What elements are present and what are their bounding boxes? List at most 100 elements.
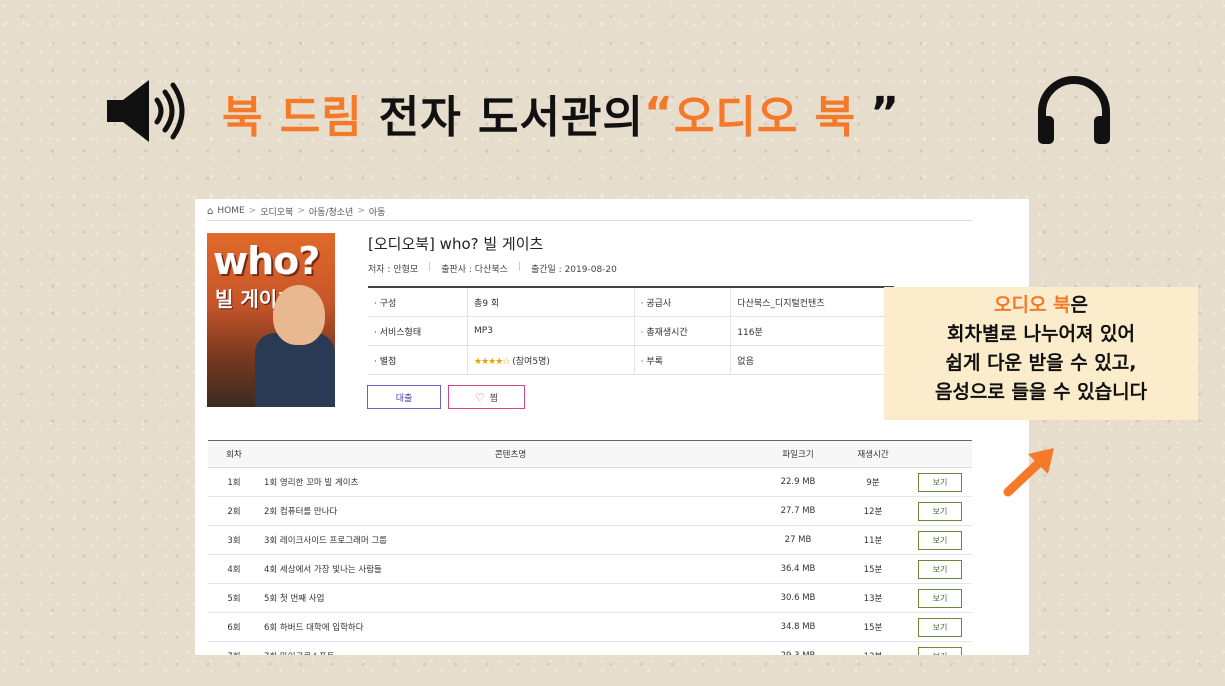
table-row: 4회 4회 세상에서 가장 빛나는 사람들 36.4 MB 15분 보기 xyxy=(208,554,972,584)
episode-name: 2회 컴퓨터를 만나다 xyxy=(260,496,758,526)
rating-cell: ★★★★☆ (참여5명) xyxy=(467,345,635,375)
arrow-icon xyxy=(1003,448,1054,497)
audiobook-detail-panel: ⌂ HOME > 오디오북 > 아동/청소년 > 아동 who? 빌 게이츠 [… xyxy=(195,199,1029,655)
callout-line1: 오디오 북은 xyxy=(884,291,1198,320)
episode-time: 15분 xyxy=(838,554,908,584)
table-row: 5회 5회 첫 번째 사업 30.6 MB 13분 보기 xyxy=(208,583,972,613)
breadcrumb: ⌂ HOME > 오디오북 > 아동/청소년 > 아동 xyxy=(207,202,973,221)
col-header-time: 재생시간 xyxy=(838,440,908,468)
view-button[interactable]: 보기 xyxy=(918,530,962,550)
info-row: · 별점 ★★★★☆ (참여5명) · 부록 없음 xyxy=(368,345,894,375)
book-author: 저자 : 안형모 xyxy=(368,265,419,275)
book-pub-date: 출간일 : 2019-08-20 xyxy=(530,265,617,275)
home-icon[interactable]: ⌂ xyxy=(207,206,213,217)
view-cell: 보기 xyxy=(908,583,972,613)
callout-line3: 쉽게 다운 받을 수 있고, xyxy=(945,352,1137,374)
episode-name: 4회 세상에서 가장 빛나는 사람들 xyxy=(260,554,758,584)
info-label: · 서비스형태 xyxy=(368,316,468,346)
info-value: 총9 회 xyxy=(467,287,635,317)
book-meta: 저자 : 안형모 | 출판사 : 다산북스 | 출간일 : 2019-08-20 xyxy=(368,262,617,275)
breadcrumb-kids[interactable]: 아동 xyxy=(369,205,386,218)
banner-title-audiobook: 오디오 북 xyxy=(673,92,857,143)
col-header-content: 콘텐츠명 xyxy=(260,440,758,468)
episode-name: 3회 레이크사이드 프로그래머 그룹 xyxy=(260,525,758,555)
banner-title: 북 드림 전자 도서관의 “ 오디오 북 ” xyxy=(222,78,900,148)
speaker-icon xyxy=(107,80,185,142)
view-button[interactable]: 보기 xyxy=(918,588,962,608)
breadcrumb-kids-teen[interactable]: 아동/청소년 xyxy=(309,205,353,218)
view-cell: 보기 xyxy=(908,496,972,526)
view-button[interactable]: 보기 xyxy=(918,501,962,521)
info-row: · 구성 총9 회 · 공급사 다산북스_디지털컨텐츠 xyxy=(368,287,894,317)
banner-title-brand: 북 드림 xyxy=(222,92,363,143)
episode-time: 9분 xyxy=(838,467,908,497)
episode-size: 34.8 MB xyxy=(758,612,838,642)
episode-name: 5회 첫 번째 사업 xyxy=(260,583,758,613)
book-title: [오디오북] who? 빌 게이츠 xyxy=(368,235,544,253)
breadcrumb-home[interactable]: HOME xyxy=(217,206,244,216)
episode-no: 6회 xyxy=(208,612,260,642)
info-label: · 별점 xyxy=(368,345,468,375)
table-row: 7회 7회 마이크로소프트 29.3 MB 12분 보기 xyxy=(208,641,972,655)
wishlist-label: 찜 xyxy=(489,393,499,404)
info-value: 116분 xyxy=(730,316,894,346)
view-cell: 보기 xyxy=(908,612,972,642)
col-header-episode: 회차 xyxy=(208,440,260,468)
rent-button[interactable]: 대출 xyxy=(367,385,441,409)
book-publisher: 출판사 : 다산북스 xyxy=(441,265,508,275)
book-cover: who? 빌 게이츠 xyxy=(207,233,335,407)
breadcrumb-audiobook[interactable]: 오디오북 xyxy=(260,205,293,218)
rating-count: (참여5명) xyxy=(512,356,550,367)
breadcrumb-separator: > xyxy=(357,206,365,216)
view-button[interactable]: 보기 xyxy=(918,559,962,579)
view-cell: 보기 xyxy=(908,525,972,555)
info-label: · 부록 xyxy=(633,345,731,375)
episode-size: 30.6 MB xyxy=(758,583,838,613)
info-row: · 서비스형태 MP3 · 총재생시간 116분 xyxy=(368,316,894,346)
book-info-table: · 구성 총9 회 · 공급사 다산북스_디지털컨텐츠 · 서비스형태 MP3 … xyxy=(368,286,894,375)
episode-table: 회차 콘텐츠명 파일크기 재생시간 1회 1회 영리한 꼬마 빌 게이츠 22.… xyxy=(208,440,972,655)
episode-no: 5회 xyxy=(208,583,260,613)
banner-title-library: 전자 도서관의 xyxy=(378,92,644,143)
episode-size: 27 MB xyxy=(758,525,838,555)
banner-quote-open: “ xyxy=(643,87,674,139)
breadcrumb-separator: > xyxy=(248,206,257,216)
table-row: 1회 1회 영리한 꼬마 빌 게이츠 22.9 MB 9분 보기 xyxy=(208,467,972,497)
col-header-view xyxy=(908,440,972,468)
meta-divider: | xyxy=(428,262,432,272)
info-label: · 구성 xyxy=(368,287,468,317)
view-button[interactable]: 보기 xyxy=(918,472,962,492)
episode-name: 6회 하버드 대학에 입학하다 xyxy=(260,612,758,642)
episode-no: 7회 xyxy=(208,641,260,655)
episode-name: 1회 영리한 꼬마 빌 게이츠 xyxy=(260,467,758,497)
meta-divider: | xyxy=(517,262,521,272)
view-cell: 보기 xyxy=(908,467,972,497)
view-cell: 보기 xyxy=(908,641,972,655)
view-button[interactable]: 보기 xyxy=(918,617,962,637)
episode-size: 27.7 MB xyxy=(758,496,838,526)
col-header-size: 파일크기 xyxy=(758,440,838,468)
episode-no: 4회 xyxy=(208,554,260,584)
banner-quote-close: ” xyxy=(870,87,901,139)
info-label: · 공급사 xyxy=(633,287,731,317)
episode-size: 22.9 MB xyxy=(758,467,838,497)
episode-no: 3회 xyxy=(208,525,260,555)
rating-stars-icon: ★★★★☆ xyxy=(474,356,510,367)
table-row: 3회 3회 레이크사이드 프로그래머 그룹 27 MB 11분 보기 xyxy=(208,525,972,555)
table-row: 6회 6회 하버드 대학에 입학하다 34.8 MB 15분 보기 xyxy=(208,612,972,642)
episode-no: 1회 xyxy=(208,467,260,497)
view-button[interactable]: 보기 xyxy=(918,646,962,655)
callout-line4: 음성으로 들을 수 있습니다 xyxy=(934,381,1148,403)
episode-time: 12분 xyxy=(838,641,908,655)
breadcrumb-separator: > xyxy=(297,206,305,216)
cover-figure-face xyxy=(273,285,325,345)
wishlist-button[interactable]: ♡ 찜 xyxy=(448,385,525,409)
info-value: 다산북스_디지털컨텐츠 xyxy=(730,287,894,317)
heart-icon: ♡ xyxy=(474,390,485,404)
callout-accent: 오디오 북 xyxy=(993,294,1071,316)
callout-box: 오디오 북은 회차별로 나누어져 있어 쉽게 다운 받을 수 있고, 음성으로 … xyxy=(884,287,1198,420)
table-row: 2회 2회 컴퓨터를 만나다 27.7 MB 12분 보기 xyxy=(208,496,972,526)
episode-time: 15분 xyxy=(838,612,908,642)
episode-time: 13분 xyxy=(838,583,908,613)
callout-line1-rest: 은 xyxy=(1070,294,1089,316)
